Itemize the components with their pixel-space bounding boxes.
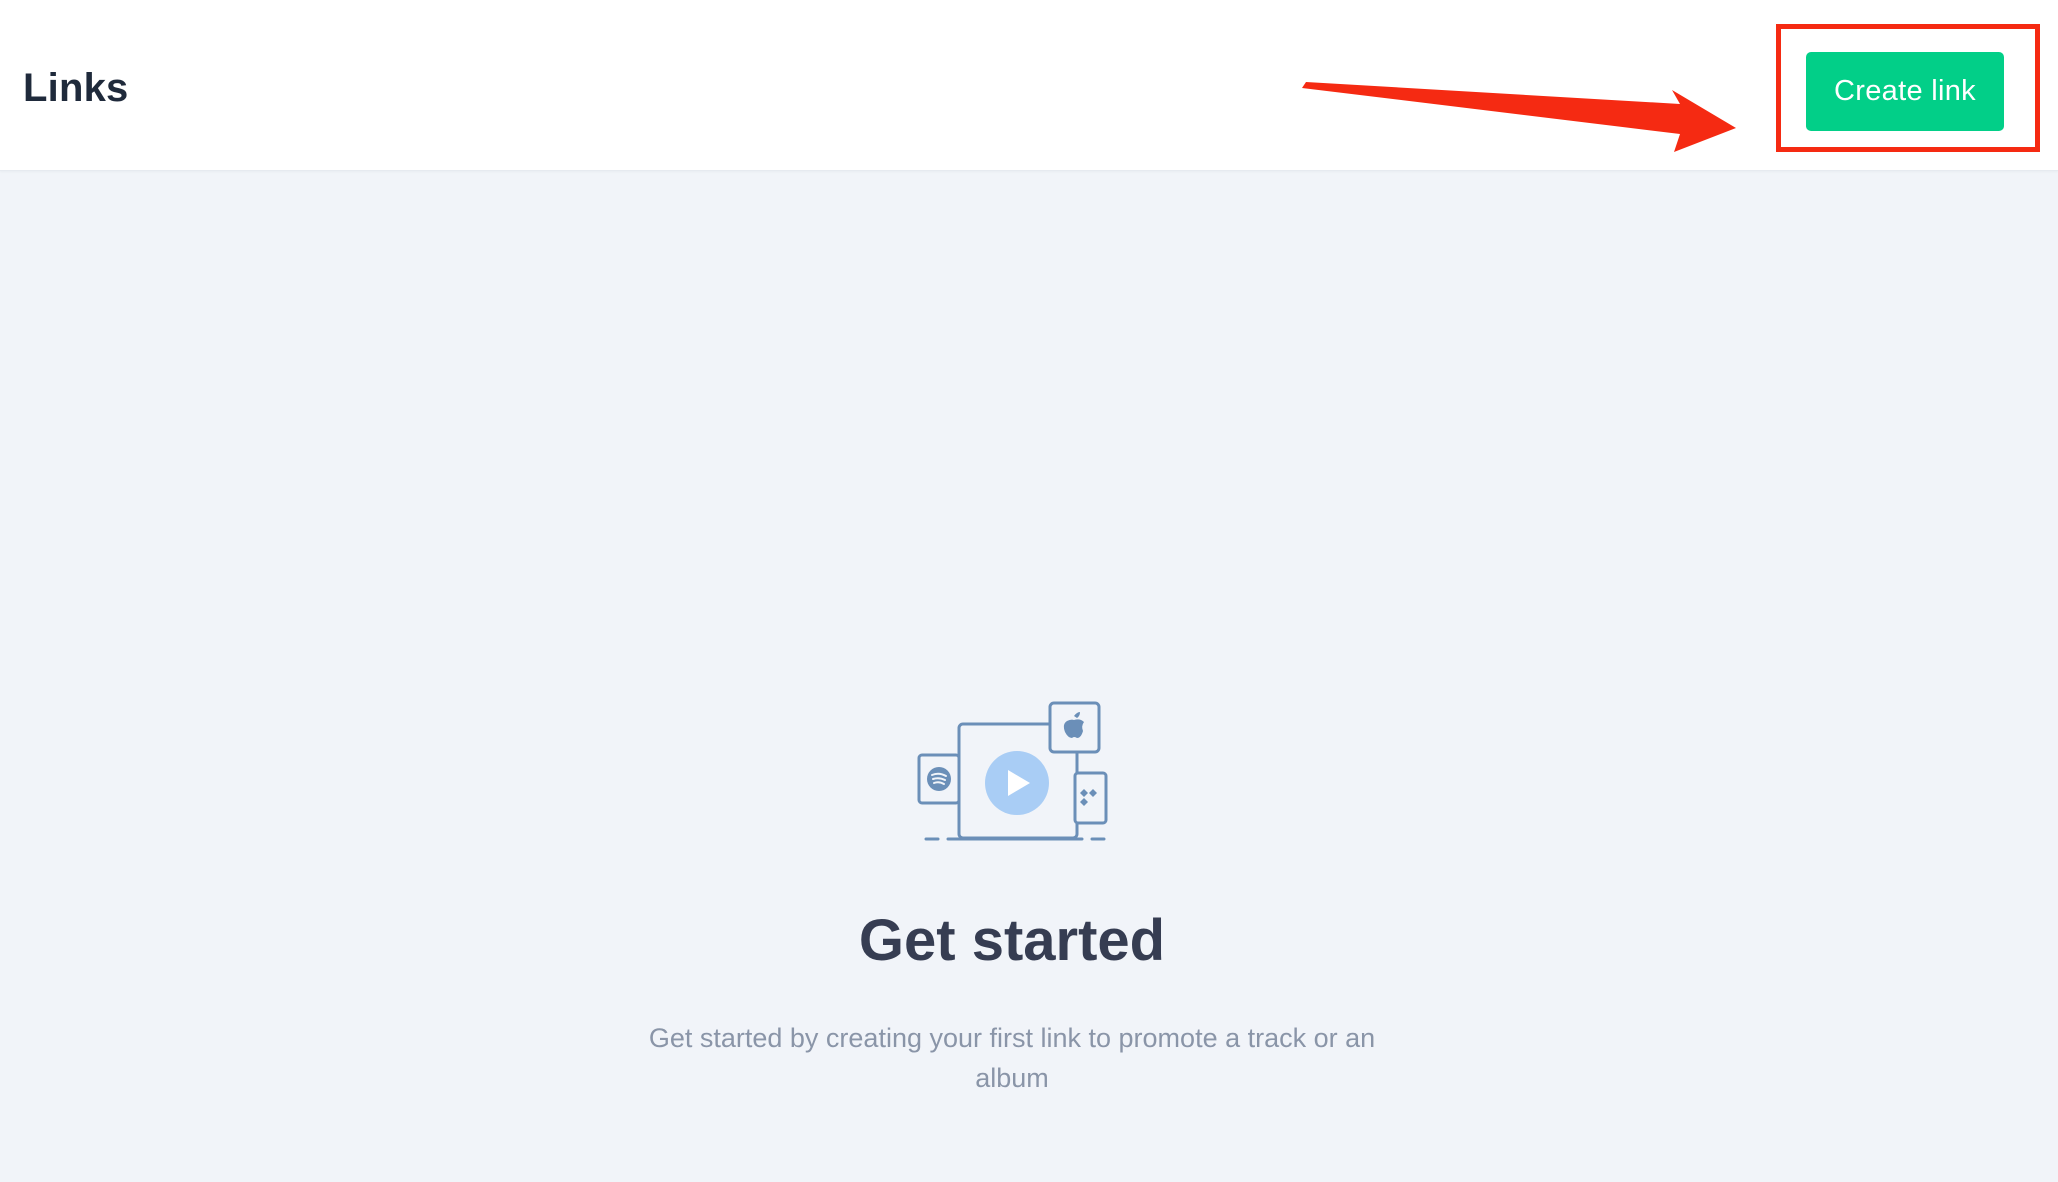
page-title: Links [23,66,129,110]
page-header: Links Create link [0,0,2058,171]
music-devices-illustration [917,701,1108,841]
empty-state-description: Get started by creating your first link … [648,1023,1376,1093]
page: Links Create link Get started Get starte… [0,0,2058,1182]
empty-state-title: Get started [858,908,1166,973]
create-link-button[interactable]: Create link [1806,52,2004,131]
